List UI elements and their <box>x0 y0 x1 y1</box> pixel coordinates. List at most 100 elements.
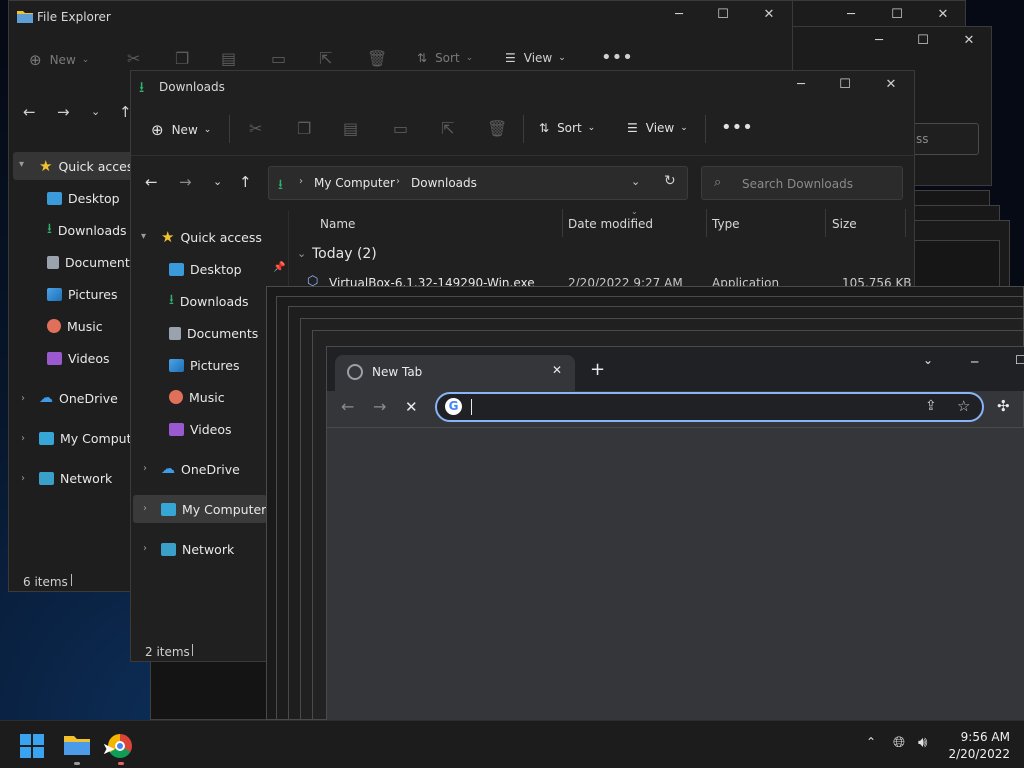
close-button[interactable]: ✕ <box>959 33 979 48</box>
volume-icon[interactable]: 🔊︎ <box>918 733 927 751</box>
nav-item-onedrive[interactable]: ☁ OneDrive <box>39 383 118 413</box>
recent-chevron-icon[interactable]: ⌄ <box>213 175 222 188</box>
nav-item-quick-access[interactable]: ★ Quick access <box>161 222 262 252</box>
back-arrow-icon[interactable]: ← <box>341 397 354 416</box>
minimize-button[interactable]: ─ <box>669 7 689 22</box>
share-icon[interactable]: ⇱ <box>441 119 454 138</box>
search-box[interactable]: ss <box>911 123 979 155</box>
network-globe-icon[interactable]: 🌐︎ <box>893 733 905 751</box>
stop-loading-icon[interactable]: ✕ <box>405 398 418 416</box>
address-history-chevron-icon[interactable]: ⌄ <box>631 175 640 188</box>
forward-arrow-icon[interactable]: → <box>57 103 70 121</box>
close-button[interactable]: ✕ <box>933 7 953 22</box>
paste-icon[interactable]: ▤ <box>221 49 236 68</box>
rename-icon[interactable]: ▭ <box>271 49 286 68</box>
address-bar[interactable]: ⭳ › My Computer › Downloads ⌄ ↻ <box>268 166 688 200</box>
maximize-button[interactable]: ☐ <box>887 7 907 22</box>
pin-icon[interactable]: 📌 <box>273 262 285 273</box>
nav-item-videos[interactable]: Videos <box>169 414 232 444</box>
nav-item-music[interactable]: Music <box>169 382 225 412</box>
more-options-icon[interactable]: ••• <box>601 47 633 68</box>
up-arrow-icon[interactable]: ↑ <box>239 173 252 191</box>
delete-icon[interactable]: 🗑 <box>487 119 507 138</box>
browser-content-area[interactable] <box>327 427 1024 721</box>
minimize-button[interactable]: ─ <box>971 355 978 369</box>
nav-item-quick-access[interactable]: ★ Quick access <box>39 151 140 181</box>
column-header-type[interactable]: Type <box>712 217 740 231</box>
nav-item-desktop[interactable]: Desktop <box>47 183 120 213</box>
recent-chevron-icon[interactable]: ⌄ <box>91 105 100 118</box>
nav-item-network[interactable]: Network <box>161 534 234 564</box>
close-tab-icon[interactable]: ✕ <box>552 363 562 377</box>
forward-arrow-icon[interactable]: → <box>373 397 386 416</box>
paste-icon[interactable]: ▤ <box>343 119 358 138</box>
close-button[interactable]: ✕ <box>759 7 779 22</box>
chevron-right-icon[interactable]: › <box>21 473 25 484</box>
share-icon[interactable]: ⇱ <box>319 49 332 68</box>
start-button[interactable] <box>20 734 44 758</box>
copy-icon[interactable]: ❐ <box>175 49 189 68</box>
back-arrow-icon[interactable]: ← <box>23 103 36 121</box>
forward-arrow-icon[interactable]: → <box>179 173 192 191</box>
sort-button[interactable]: ⇅ Sort ⌄ <box>417 51 473 65</box>
nav-item-documents[interactable]: Documents <box>47 247 136 277</box>
column-header-size[interactable]: Size <box>832 217 857 231</box>
rename-icon[interactable]: ▭ <box>393 119 408 138</box>
minimize-button[interactable]: ─ <box>841 7 861 22</box>
breadcrumb-item[interactable]: My Computer <box>314 176 395 190</box>
nav-item-videos[interactable]: Videos <box>47 343 110 373</box>
taskbar-file-explorer[interactable] <box>64 733 90 758</box>
group-header[interactable]: Today (2) <box>312 246 377 262</box>
nav-item-network[interactable]: Network <box>39 463 112 493</box>
nav-item-documents[interactable]: Documents <box>169 318 258 348</box>
column-header-name[interactable]: Name <box>320 217 355 231</box>
chevron-right-icon[interactable]: › <box>143 543 147 554</box>
clock-time[interactable]: 9:56 AM <box>958 730 1010 744</box>
group-collapse-icon[interactable]: ⌄ <box>297 247 306 260</box>
new-button[interactable]: ⊕ New ⌄ <box>151 121 211 139</box>
cut-icon[interactable]: ✂ <box>127 49 140 68</box>
view-button[interactable]: ☰ View ⌄ <box>505 51 566 65</box>
chevron-down-icon[interactable]: ▾ <box>141 231 146 242</box>
tab-search-chevron-icon[interactable]: ⌄ <box>923 353 933 367</box>
nav-item-pictures[interactable]: Pictures <box>169 350 240 380</box>
back-arrow-icon[interactable]: ← <box>145 173 158 191</box>
nav-item-downloads[interactable]: ⭳ Downloads <box>47 215 127 245</box>
bookmark-star-icon[interactable]: ☆ <box>957 397 970 415</box>
refresh-icon[interactable]: ↻ <box>664 173 676 189</box>
chevron-right-icon[interactable]: › <box>143 463 147 474</box>
show-hidden-icons-chevron-icon[interactable]: ⌃ <box>866 735 876 749</box>
more-options-icon[interactable]: ••• <box>721 117 753 138</box>
maximize-button[interactable]: ☐ <box>835 77 855 92</box>
nav-item-my-computer[interactable]: My Computer <box>161 494 266 524</box>
sort-button[interactable]: ⇅ Sort ⌄ <box>539 121 595 135</box>
minimize-button[interactable]: ─ <box>869 33 889 48</box>
nav-item-pictures[interactable]: Pictures <box>47 279 118 309</box>
nav-item-my-computer[interactable]: My Computer <box>39 423 144 453</box>
minimize-button[interactable]: ─ <box>791 77 811 92</box>
search-box[interactable]: ⌕ Search Downloads <box>701 166 903 200</box>
chevron-right-icon[interactable]: › <box>143 503 147 514</box>
nav-item-desktop[interactable]: Desktop <box>169 254 242 284</box>
new-tab-plus-icon[interactable]: + <box>590 359 605 380</box>
breadcrumb-item[interactable]: Downloads <box>411 176 477 190</box>
chevron-right-icon[interactable]: › <box>21 433 25 444</box>
column-header-date[interactable]: Date modified <box>568 217 653 231</box>
maximize-button[interactable]: ☐ <box>913 33 933 48</box>
chevron-right-icon[interactable]: › <box>21 393 25 404</box>
tab-new-tab[interactable]: New Tab ✕ <box>335 355 575 391</box>
close-button[interactable]: ✕ <box>881 77 901 92</box>
extensions-puzzle-icon[interactable]: ✣ <box>997 397 1010 415</box>
nav-item-onedrive[interactable]: ☁ OneDrive <box>161 454 240 484</box>
delete-icon[interactable]: 🗑 <box>367 49 387 68</box>
view-button[interactable]: ☰ View ⌄ <box>627 121 688 135</box>
maximize-button[interactable]: ☐ <box>713 7 733 22</box>
maximize-button[interactable]: ☐ <box>1015 353 1024 367</box>
omnibox[interactable]: G ⇪ ☆ <box>435 392 984 422</box>
new-button[interactable]: ⊕ New ⌄ <box>29 51 89 69</box>
nav-item-downloads[interactable]: ⭳ Downloads <box>169 286 249 316</box>
cut-icon[interactable]: ✂ <box>249 119 262 138</box>
chevron-down-icon[interactable]: ▾ <box>19 159 24 170</box>
copy-icon[interactable]: ❐ <box>297 119 311 138</box>
clock-date[interactable]: 2/20/2022 <box>946 747 1010 761</box>
